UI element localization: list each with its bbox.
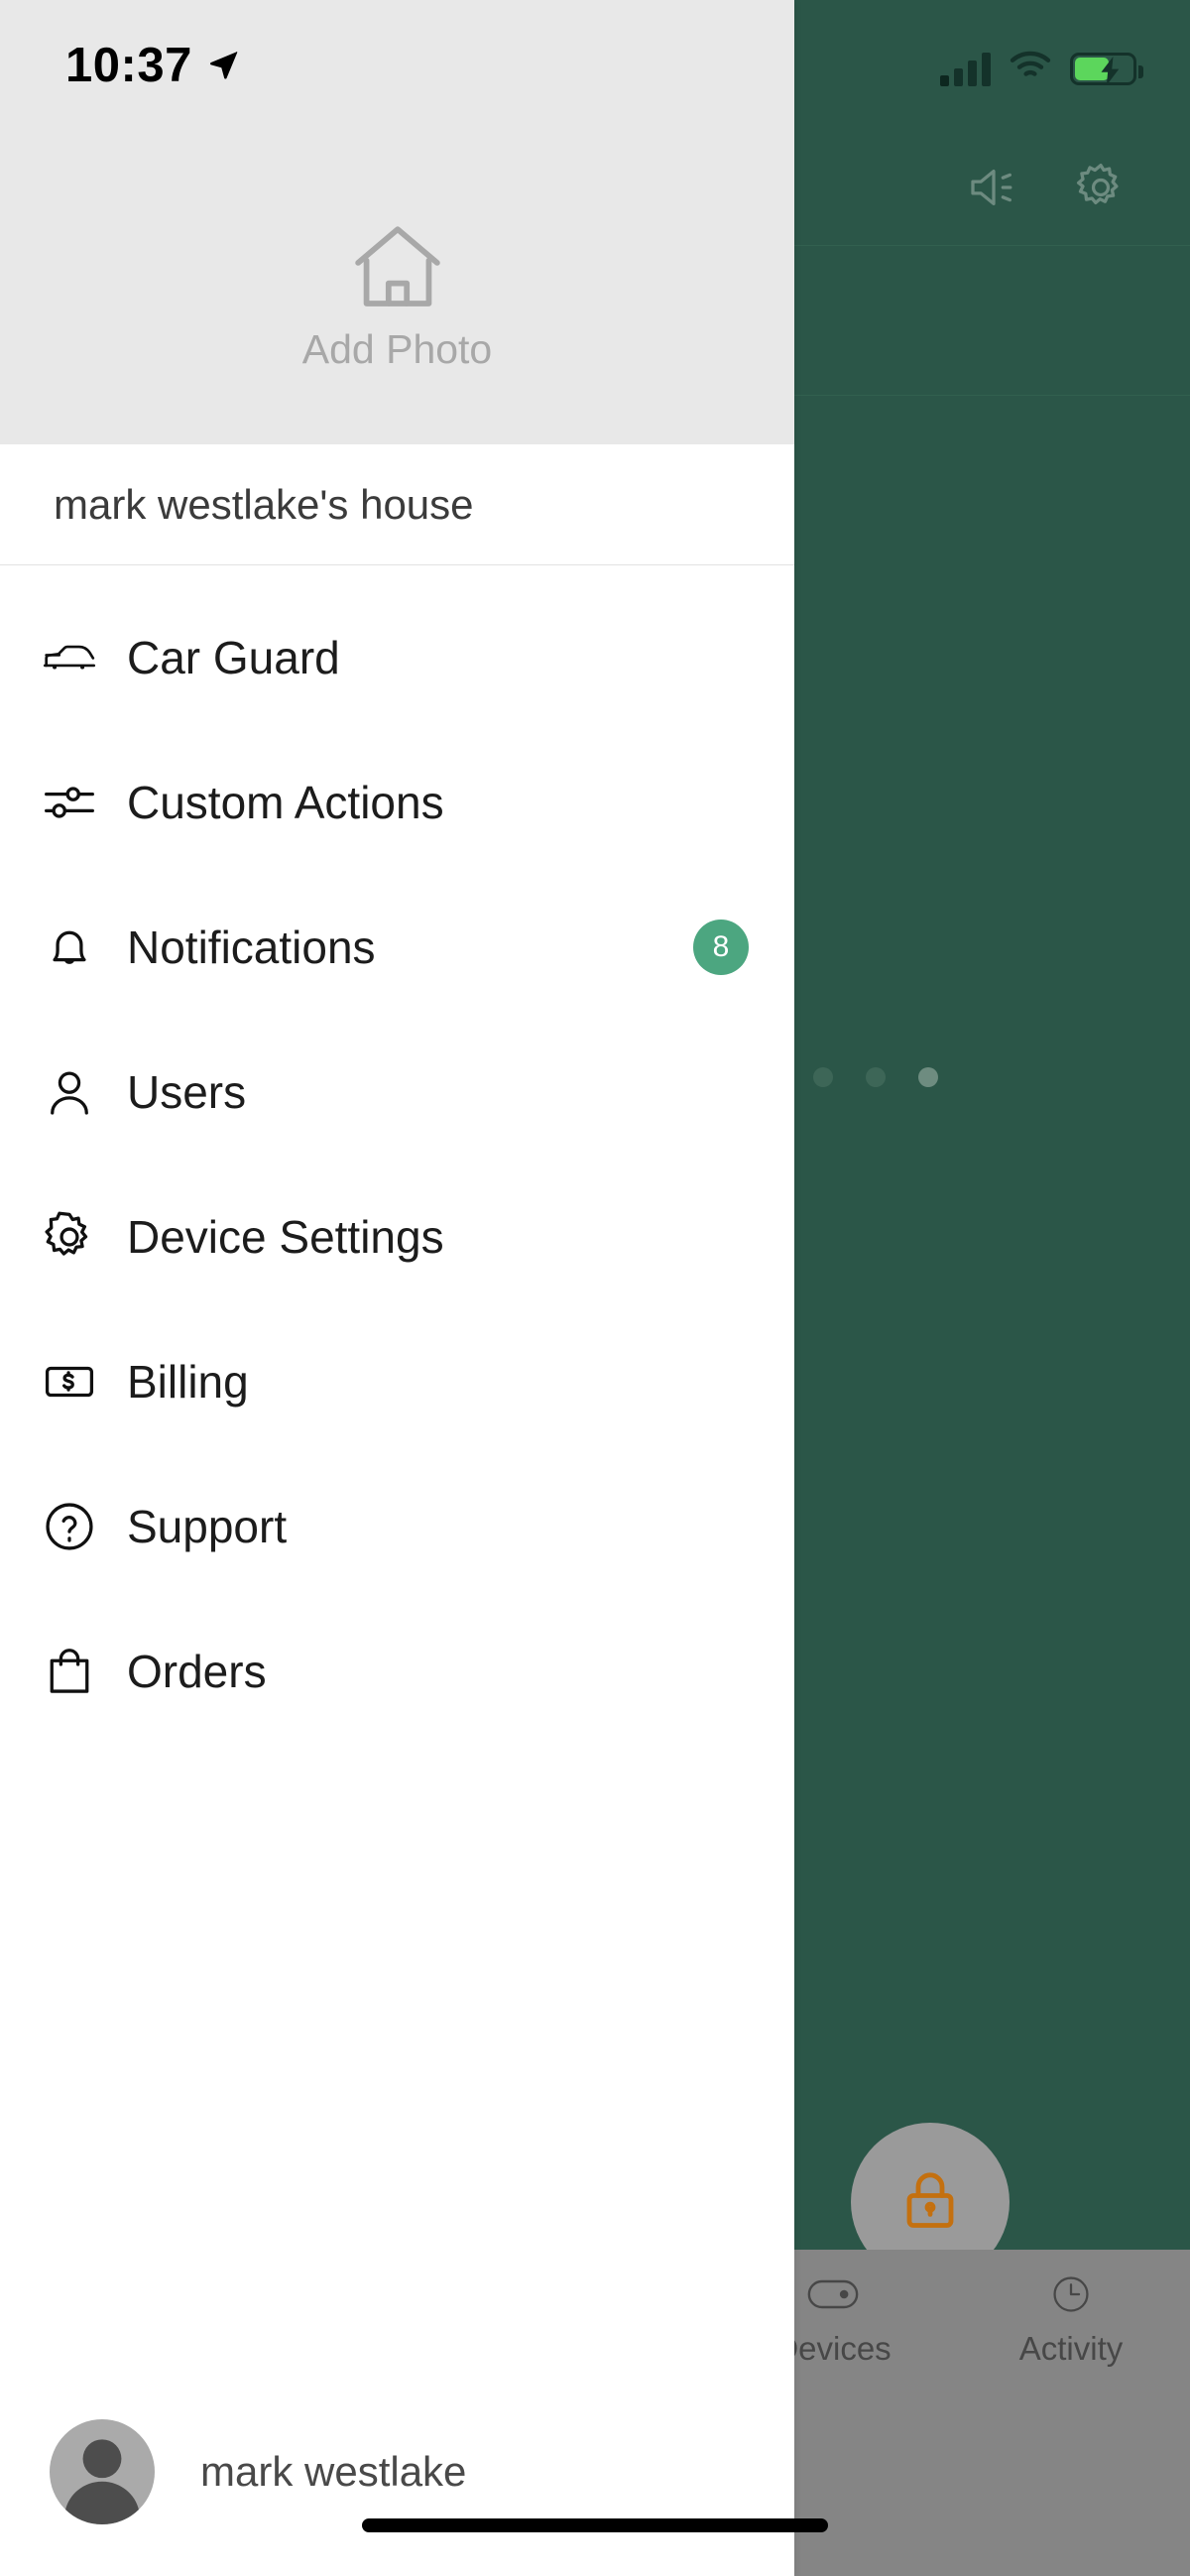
sliders-icon: [42, 775, 127, 830]
house-outline-icon: [348, 220, 447, 326]
profile-row[interactable]: mark westlake: [0, 2368, 794, 2576]
wifi-icon: [1009, 50, 1052, 88]
battery-charging-icon: [1070, 53, 1136, 85]
profile-name: mark westlake: [200, 2448, 466, 2496]
menu-label: Device Settings: [127, 1210, 749, 1264]
menu-item-orders[interactable]: Orders: [0, 1599, 794, 1744]
house-name-row[interactable]: mark westlake's house: [0, 444, 794, 565]
person-icon: [42, 1064, 127, 1120]
cellular-signal-icon: [940, 53, 991, 86]
page-dot-active[interactable]: [918, 1067, 938, 1087]
status-icons: [940, 50, 1136, 88]
siren-speaker-icon[interactable]: [966, 160, 1021, 215]
phone-screen: t Door Devices: [0, 0, 1190, 2576]
location-arrow-icon: [206, 38, 240, 93]
menu-item-custom-actions[interactable]: Custom Actions: [0, 730, 794, 875]
bell-icon: [42, 920, 127, 975]
page-indicator: [813, 1067, 938, 1087]
menu-label: Car Guard: [127, 631, 749, 684]
toggle-switch-icon: [807, 2273, 859, 2320]
gear-icon: [42, 1209, 127, 1265]
status-time-group: 10:37: [65, 38, 240, 93]
menu-label: Notifications: [127, 920, 693, 974]
menu-item-notifications[interactable]: Notifications 8: [0, 875, 794, 1020]
menu-label: Orders: [127, 1645, 749, 1698]
menu-label: Custom Actions: [127, 776, 749, 829]
tab-activity[interactable]: Activity: [952, 2273, 1190, 2368]
drawer-menu: Car Guard Custom Actions: [0, 565, 794, 1744]
menu-item-car-guard[interactable]: Car Guard: [0, 585, 794, 730]
clock-icon: [1045, 2273, 1097, 2320]
menu-item-billing[interactable]: Billing: [0, 1309, 794, 1454]
notifications-badge: 8: [693, 920, 749, 975]
status-bar: 10:37: [0, 0, 1190, 129]
tab-activity-label: Activity: [1019, 2330, 1124, 2368]
shopping-bag-icon: [42, 1644, 127, 1699]
status-time: 10:37: [65, 38, 192, 93]
add-photo-label: Add Photo: [302, 326, 493, 373]
house-name: mark westlake's house: [54, 481, 474, 529]
menu-item-device-settings[interactable]: Device Settings: [0, 1165, 794, 1309]
padlock-locked-icon: [894, 2164, 966, 2241]
avatar: [50, 2419, 155, 2524]
menu-label: Users: [127, 1065, 749, 1119]
menu-label: Billing: [127, 1355, 749, 1409]
menu-label: Support: [127, 1500, 749, 1553]
car-icon: [42, 630, 127, 685]
menu-item-users[interactable]: Users: [0, 1020, 794, 1165]
credit-card-dollar-icon: [42, 1354, 127, 1410]
page-dot[interactable]: [866, 1067, 886, 1087]
navigation-drawer: Add Photo mark westlake's house Car Guar…: [0, 0, 794, 2576]
gear-icon[interactable]: [1073, 160, 1129, 215]
home-indicator[interactable]: [362, 2518, 828, 2532]
page-dot[interactable]: [813, 1067, 833, 1087]
menu-item-support[interactable]: Support: [0, 1454, 794, 1599]
question-circle-icon: [42, 1499, 127, 1554]
drawer-spacer: [0, 1744, 794, 2368]
